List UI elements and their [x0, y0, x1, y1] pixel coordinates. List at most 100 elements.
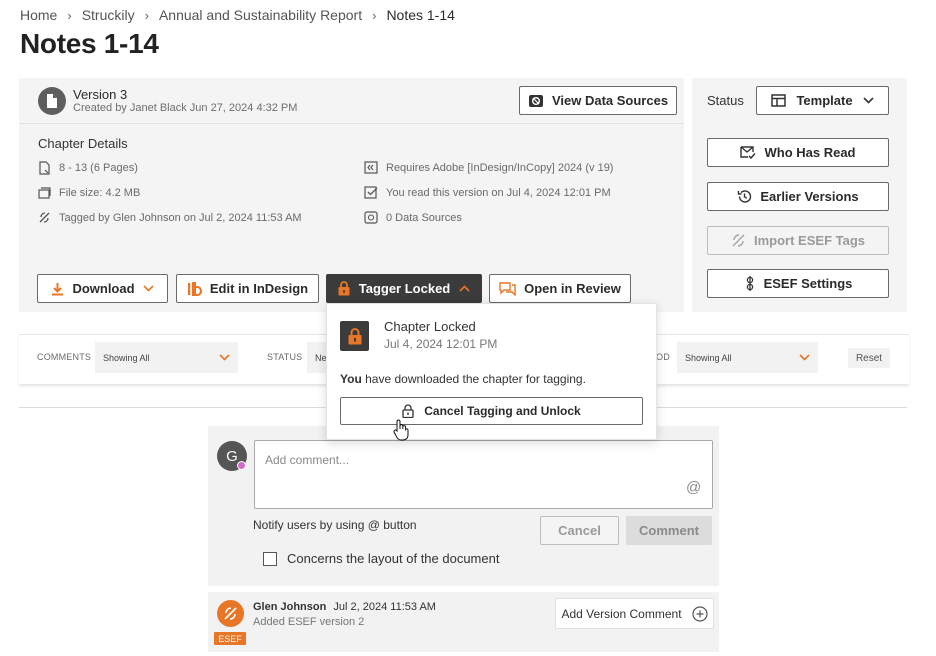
breadcrumb-current: Notes 1-14 — [386, 7, 455, 23]
file-size-text: File size: 4.2 MB — [59, 186, 141, 199]
data-sources-icon — [528, 94, 544, 108]
history-icon — [737, 189, 752, 204]
breadcrumb-home[interactable]: Home — [20, 7, 57, 23]
tag-icon — [38, 211, 51, 224]
esef-badge: ESEF — [214, 632, 246, 645]
edit-label: Edit in InDesign — [209, 281, 309, 296]
tagged-info: Tagged by Glen Johnson on Jul 2, 2024 11… — [38, 211, 302, 224]
tagger-locked-button[interactable]: Tagger Locked — [326, 274, 482, 303]
import-esef-tags-button[interactable]: Import ESEF Tags — [707, 226, 889, 255]
who-has-read-button[interactable]: Who Has Read — [707, 138, 889, 167]
edit-in-indesign-button[interactable]: Edit in InDesign — [176, 274, 319, 303]
chevron-down-icon — [142, 285, 154, 292]
version-requirement-icon — [364, 161, 378, 174]
read-text: You read this version on Jul 4, 2024 12:… — [386, 186, 611, 199]
mention-icon[interactable]: @ — [686, 479, 701, 496]
download-button[interactable]: Download — [37, 274, 168, 303]
history-author-name: Glen Johnson — [253, 601, 327, 613]
comments-filter-select[interactable]: Showing All — [95, 342, 238, 373]
popover-message: You have downloaded the chapter for tagg… — [340, 372, 586, 386]
data-sources-text: 0 Data Sources — [386, 211, 462, 224]
file-size-info: File size: 4.2 MB — [38, 186, 140, 199]
popover-date: Jul 4, 2024 12:01 PM — [384, 337, 498, 351]
status-value: Template — [796, 93, 853, 108]
comment-placeholder: Add comment... — [265, 453, 350, 467]
comments-filter-label: COMMENTS — [37, 352, 92, 362]
lock-icon — [340, 321, 369, 351]
import-esef-label: Import ESEF Tags — [754, 233, 865, 248]
breadcrumb-separator: › — [67, 7, 72, 23]
period-filter-select[interactable]: Showing All — [677, 342, 818, 373]
esef-settings-icon — [744, 275, 756, 292]
add-version-comment-label: Add Version Comment — [561, 606, 682, 621]
cancel-tagging-unlock-label: Cancel Tagging and Unlock — [424, 404, 581, 418]
data-source-icon — [364, 211, 378, 224]
breadcrumb-separator: › — [372, 7, 377, 23]
history-subtitle: Added ESEF version 2 — [253, 616, 365, 628]
notify-hint: Notify users by using @ button — [253, 518, 417, 532]
status-filter-value: Ne — [315, 352, 327, 363]
who-has-read-label: Who Has Read — [764, 145, 856, 160]
comment-input[interactable] — [254, 440, 713, 509]
page-title: Notes 1-14 — [20, 28, 159, 59]
document-icon — [38, 87, 66, 115]
comments-filter-value: Showing All — [103, 352, 150, 363]
check-square-icon — [364, 186, 378, 199]
breadcrumb: Home › Struckily › Annual and Sustainabi… — [20, 6, 455, 24]
download-icon — [51, 282, 64, 296]
indesign-icon — [187, 281, 202, 296]
cancel-tagging-unlock-button[interactable]: Cancel Tagging and Unlock — [340, 397, 643, 425]
tagger-locked-label: Tagger Locked — [358, 281, 451, 296]
template-icon — [771, 94, 787, 107]
chevron-down-icon — [862, 97, 874, 104]
hand-cursor-icon — [393, 419, 409, 441]
history-author: Glen Johnson Jul 2, 2024 11:53 AM — [253, 601, 436, 613]
review-chat-icon — [499, 281, 516, 296]
unlock-icon — [402, 404, 414, 418]
breadcrumb-struckily[interactable]: Struckily — [82, 7, 135, 23]
review-label: Open in Review — [524, 281, 621, 296]
requires-text: Requires Adobe [InDesign/InCopy] 2024 (v… — [386, 161, 614, 174]
esef-settings-button[interactable]: ESEF Settings — [707, 269, 889, 298]
requires-info: Requires Adobe [InDesign/InCopy] 2024 (v… — [364, 161, 613, 174]
data-sources-info: 0 Data Sources — [364, 211, 462, 224]
file-stack-icon — [38, 186, 51, 199]
history-time: Jul 2, 2024 11:53 AM — [333, 601, 436, 613]
popover-title: Chapter Locked — [384, 319, 476, 334]
view-data-sources-button[interactable]: View Data Sources — [519, 86, 677, 115]
earlier-versions-label: Earlier Versions — [760, 189, 859, 204]
period-filter-label: OD — [656, 352, 670, 362]
cancel-button[interactable]: Cancel — [540, 516, 619, 545]
concerns-layout-option[interactable]: Concerns the layout of the document — [263, 551, 499, 566]
add-version-comment-button[interactable]: Add Version Comment — [555, 598, 714, 629]
page-icon — [38, 161, 51, 175]
chevron-down-icon — [219, 354, 230, 361]
reset-button[interactable]: Reset — [848, 348, 890, 368]
read-info: You read this version on Jul 4, 2024 12:… — [364, 186, 611, 199]
period-filter-value: Showing All — [685, 352, 732, 363]
concerns-layout-checkbox[interactable] — [263, 551, 277, 566]
lock-icon — [338, 281, 350, 296]
earlier-versions-button[interactable]: Earlier Versions — [707, 182, 889, 211]
plus-circle-icon — [691, 605, 708, 622]
tag-icon — [731, 233, 746, 248]
comment-button[interactable]: Comment — [626, 516, 712, 545]
pages-text: 8 - 13 (6 Pages) — [59, 162, 138, 174]
version-title: Version 3 — [73, 87, 128, 102]
view-data-sources-label: View Data Sources — [551, 93, 669, 108]
chapter-details-title: Chapter Details — [38, 136, 128, 151]
esef-avatar — [217, 600, 244, 627]
version-created: Created by Janet Black Jun 27, 2024 4:32… — [73, 102, 298, 114]
open-in-review-button[interactable]: Open in Review — [489, 274, 631, 303]
status-dropdown[interactable]: Template — [756, 86, 889, 115]
status-label: Status — [707, 93, 744, 108]
pages-info: 8 - 13 (6 Pages) — [38, 161, 138, 175]
breadcrumb-report[interactable]: Annual and Sustainability Report — [159, 7, 362, 23]
popover-message-strong: You — [340, 372, 362, 386]
presence-dot — [237, 461, 246, 470]
chevron-down-icon — [799, 354, 810, 361]
concerns-layout-label: Concerns the layout of the document — [287, 551, 500, 566]
tagged-text: Tagged by Glen Johnson on Jul 2, 2024 11… — [59, 211, 302, 224]
breadcrumb-separator: › — [144, 7, 149, 23]
popover-message-rest: have downloaded the chapter for tagging. — [361, 372, 586, 386]
